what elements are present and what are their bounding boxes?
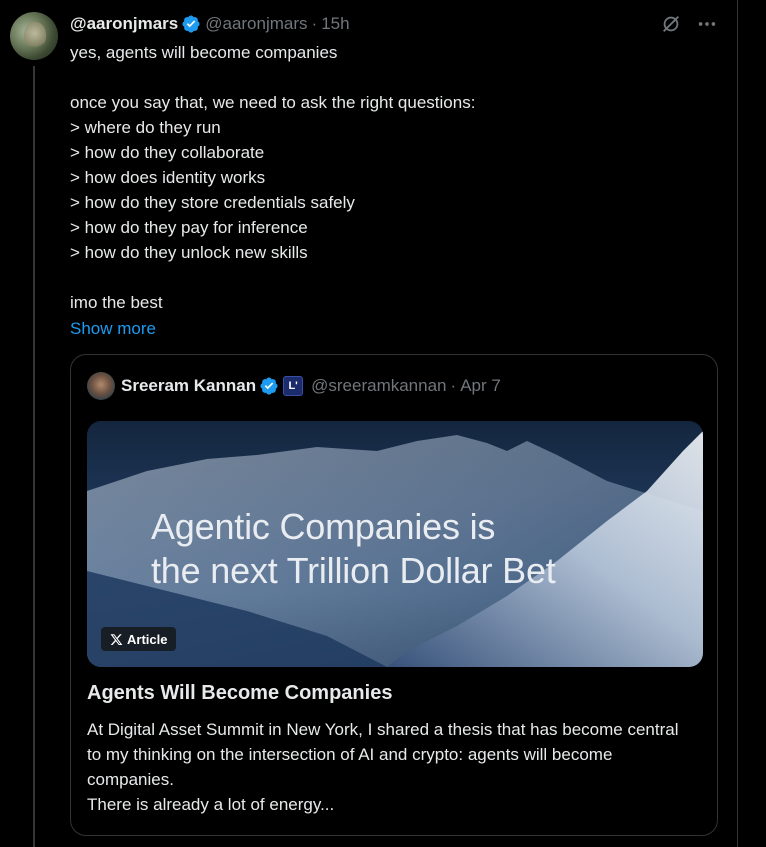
quoted-author-handle[interactable]: @sreeramkannan xyxy=(311,376,446,396)
article-description: At Digital Asset Summit in New York, I s… xyxy=(87,717,697,817)
author-display-name[interactable]: @aaronjmars xyxy=(70,14,178,34)
post-actions-top xyxy=(660,13,718,35)
post-text-line: imo the best xyxy=(70,293,163,312)
x-logo-icon xyxy=(110,633,123,645)
quoted-post-card[interactable]: Sreeram Kannan L' @sreeramkannan · Apr 7 xyxy=(70,354,718,836)
post-text-line: > how do they collaborate xyxy=(70,143,265,162)
article-badge-label: Article xyxy=(127,631,168,647)
post-text-line xyxy=(70,265,710,290)
verified-badge-icon[interactable] xyxy=(181,14,201,34)
post-text-line: > where do they run xyxy=(70,118,221,137)
quoted-post-header: Sreeram Kannan L' @sreeramkannan · Apr 7 xyxy=(87,371,501,401)
cover-title-line: Agentic Companies is xyxy=(151,506,496,547)
author-handle[interactable]: @aaronjmars xyxy=(205,14,307,34)
post-text: yes, agents will become companies once yo… xyxy=(70,40,710,315)
show-more-link[interactable]: Show more xyxy=(70,316,156,341)
quoted-post-date[interactable]: Apr 7 xyxy=(460,376,501,396)
post-header: @aaronjmars @aaronjmars · 15h xyxy=(70,12,350,36)
article-cover-image[interactable]: Agentic Companies is the next Trillion D… xyxy=(87,421,703,667)
post-timestamp[interactable]: 15h xyxy=(321,14,349,34)
post-text-line: > how does identity works xyxy=(70,168,266,187)
thread-line xyxy=(33,66,35,847)
cover-title-line: the next Trillion Dollar Bet xyxy=(151,550,556,591)
post-text-line: yes, agents will become companies xyxy=(70,43,338,62)
post-text-line: once you say that, we need to ask the ri… xyxy=(70,93,476,112)
article-cover-title: Agentic Companies is the next Trillion D… xyxy=(151,505,556,593)
article-description-line: At Digital Asset Summit in New York, I s… xyxy=(87,720,679,789)
article-badge: Article xyxy=(101,627,177,651)
post-text-line xyxy=(70,65,710,90)
separator-dot: · xyxy=(450,376,457,395)
post-text-line: > how do they pay for inference xyxy=(70,218,308,237)
article-description-line: There is already a lot of energy... xyxy=(87,795,335,814)
grok-icon[interactable] xyxy=(660,13,682,35)
post-text-line: > how do they store credentials safely xyxy=(70,193,355,212)
author-avatar[interactable] xyxy=(10,12,58,60)
verified-badge-icon[interactable] xyxy=(259,376,279,396)
separator-dot: · xyxy=(311,14,318,33)
affiliate-badge-icon[interactable]: L' xyxy=(283,376,304,396)
column-border xyxy=(737,0,738,847)
article-title[interactable]: Agents Will Become Companies xyxy=(87,682,392,705)
post-text-line: > how do they unlock new skills xyxy=(70,243,308,262)
more-icon[interactable] xyxy=(696,13,718,35)
quoted-author-name[interactable]: Sreeram Kannan xyxy=(121,376,256,396)
quoted-author-avatar[interactable] xyxy=(87,372,115,400)
